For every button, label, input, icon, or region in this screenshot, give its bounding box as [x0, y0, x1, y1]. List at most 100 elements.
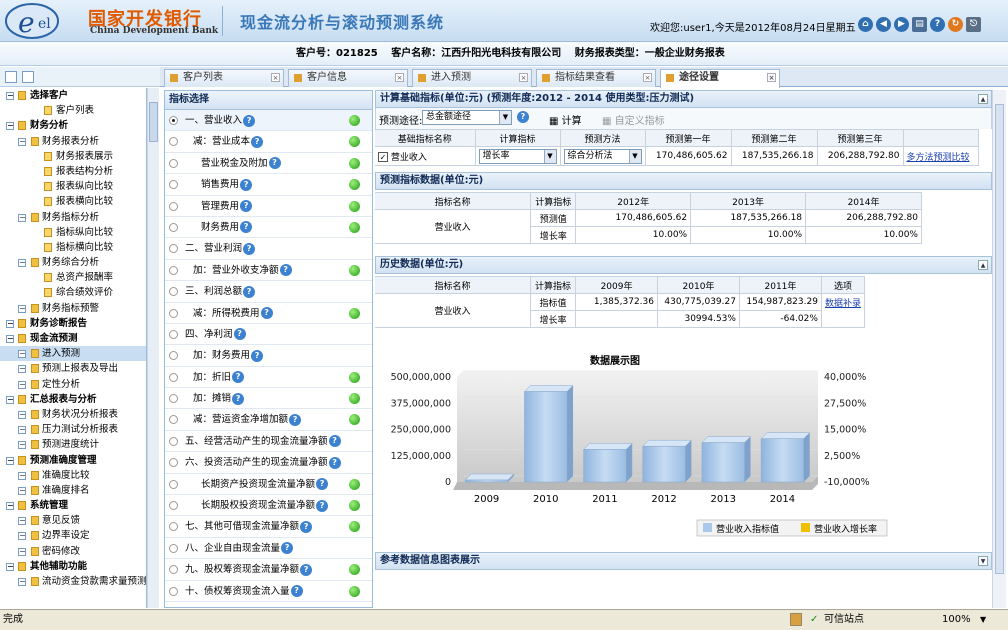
- indicator-item[interactable]: 长期股权投资现金流量净额?: [165, 495, 372, 517]
- expand-toggle-icon[interactable]: −: [6, 502, 14, 511]
- indicator-item[interactable]: 八、企业自由现金流量?: [165, 538, 372, 560]
- sidebar-item[interactable]: − 流动资金贷款需求量预测: [0, 574, 146, 589]
- indicator-item[interactable]: 六、投资活动产生的现金流量净额?: [165, 452, 372, 474]
- sidebar-item[interactable]: − 汇总报表与分析: [0, 392, 146, 407]
- indicator-radio[interactable]: [169, 244, 178, 254]
- indicator-item[interactable]: 销售费用?: [165, 174, 372, 196]
- close-icon[interactable]: ×: [643, 73, 652, 82]
- indicator-item[interactable]: 减：营运资金净增加额?: [165, 409, 372, 431]
- expand-toggle-icon[interactable]: −: [18, 350, 26, 359]
- indicator-item[interactable]: 财务费用?: [165, 217, 372, 239]
- expand-toggle-icon[interactable]: −: [18, 578, 26, 586]
- help-icon[interactable]: ?: [328, 456, 341, 469]
- close-icon[interactable]: ×: [271, 73, 280, 82]
- collapse-icon[interactable]: ▲: [978, 260, 988, 270]
- detail-scrollbar[interactable]: [992, 90, 1006, 608]
- indicator-radio[interactable]: [169, 522, 178, 532]
- sidebar-item[interactable]: − 现金流预测: [0, 331, 146, 346]
- indicator-item[interactable]: 四、净利润?: [165, 324, 372, 346]
- zoom-level[interactable]: 100%: [942, 610, 971, 630]
- custom-indicator-button[interactable]: ▦ 自定义指标: [602, 112, 665, 127]
- indicator-radio[interactable]: [169, 501, 178, 511]
- forward-icon[interactable]: ▶: [894, 17, 909, 32]
- method-select[interactable]: 综合分析法 ▼: [563, 148, 642, 164]
- expand-toggle-icon[interactable]: −: [18, 259, 26, 268]
- indicator-radio[interactable]: [169, 287, 178, 297]
- sidebar-item[interactable]: − 意见反馈: [0, 513, 146, 528]
- help-icon[interactable]: ?: [240, 178, 253, 191]
- indicator-radio[interactable]: [169, 137, 178, 147]
- indicator-item[interactable]: 五、经营活动产生的现金流量净额?: [165, 431, 372, 453]
- book-icon[interactable]: ▤: [912, 17, 927, 32]
- sidebar-item[interactable]: − 财务指标分析: [0, 210, 146, 225]
- calc-indicator-select[interactable]: 增长率 ▼: [478, 148, 557, 164]
- help-icon[interactable]: ?: [251, 349, 264, 362]
- sidebar-item[interactable]: − 财务诊断报告: [0, 316, 146, 331]
- tab[interactable]: 途径设置 ×: [660, 69, 780, 88]
- path-select[interactable]: 总金额途径 ▼: [422, 110, 512, 125]
- indicator-item[interactable]: 减：营业成本?: [165, 131, 372, 153]
- sidebar-item[interactable]: − 进入预测: [0, 346, 146, 362]
- help-icon[interactable]: ?: [300, 520, 313, 533]
- sidebar-item[interactable]: − 准确度排名: [0, 483, 146, 498]
- expand-toggle-icon[interactable]: −: [6, 122, 14, 131]
- expand-toggle-icon[interactable]: −: [18, 486, 26, 495]
- tab[interactable]: 客户列表 ×: [164, 69, 284, 87]
- indicator-item[interactable]: 营业税金及附加?: [165, 153, 372, 175]
- indicator-radio[interactable]: [169, 116, 178, 125]
- help-icon[interactable]: ?: [233, 328, 246, 341]
- indicator-item[interactable]: 长期资产投资现金流量净额?: [165, 474, 372, 496]
- sidebar-item[interactable]: − 压力测试分析报表: [0, 422, 146, 437]
- expand-toggle-icon[interactable]: −: [18, 517, 26, 526]
- indicator-item[interactable]: 加：摊销?: [165, 388, 372, 410]
- indicator-radio[interactable]: [169, 351, 178, 361]
- expand-toggle-icon[interactable]: −: [6, 456, 14, 465]
- home-icon[interactable]: ⌂: [858, 17, 873, 32]
- sidebar-item[interactable]: 报表纵向比较: [0, 179, 146, 194]
- back-icon[interactable]: ◀: [876, 17, 891, 32]
- indicator-item[interactable]: 九、股权筹资现金流量净额?: [165, 559, 372, 581]
- help-icon[interactable]: ?: [328, 435, 341, 448]
- indicator-item[interactable]: 加：财务费用?: [165, 345, 372, 367]
- indicator-radio[interactable]: [169, 222, 178, 232]
- expand-toggle-icon[interactable]: −: [18, 213, 26, 222]
- sidebar-item[interactable]: − 准确度比较: [0, 468, 146, 483]
- expand-toggle-icon[interactable]: −: [18, 137, 26, 146]
- expand-toggle-icon[interactable]: −: [18, 426, 26, 435]
- indicator-item[interactable]: 十、债权筹资现金流入量?: [165, 581, 372, 602]
- sidebar-item[interactable]: − 预测进度统计: [0, 437, 146, 452]
- indicator-radio[interactable]: [169, 565, 178, 575]
- help-icon[interactable]: ?: [289, 413, 302, 426]
- indicator-radio[interactable]: [169, 372, 178, 382]
- sidebar-item[interactable]: 指标横向比较: [0, 240, 146, 255]
- sidebar-item[interactable]: − 系统管理: [0, 498, 146, 513]
- help-icon[interactable]: ?: [260, 307, 273, 320]
- help-icon[interactable]: ?: [281, 542, 294, 555]
- expand-toggle-icon[interactable]: −: [6, 92, 14, 100]
- help-icon[interactable]: ?: [316, 478, 329, 491]
- expand-toggle-icon[interactable]: −: [6, 562, 14, 571]
- help-icon[interactable]: ?: [243, 114, 256, 127]
- indicator-item[interactable]: 三、利润总额?: [165, 281, 372, 303]
- calculate-button[interactable]: ▦ 计算: [549, 112, 582, 127]
- collapse-icon[interactable]: ▲: [978, 94, 988, 104]
- exit-icon[interactable]: ⎋: [966, 17, 981, 32]
- expand-toggle-icon[interactable]: −: [18, 304, 26, 313]
- detail-scroll-thumb[interactable]: [995, 104, 1004, 574]
- indicator-radio[interactable]: [169, 436, 178, 446]
- sidebar-item[interactable]: − 密码修改: [0, 544, 146, 559]
- expand-icon[interactable]: ▼: [978, 556, 988, 566]
- indicator-radio[interactable]: [169, 158, 178, 168]
- help-icon[interactable]: ?: [316, 499, 329, 512]
- help-icon[interactable]: ?: [240, 200, 253, 213]
- indicator-radio[interactable]: [169, 415, 178, 425]
- indicator-item[interactable]: 七、其他可借现金流量净额?: [165, 516, 372, 538]
- close-icon[interactable]: ×: [519, 73, 528, 82]
- chevron-down-icon[interactable]: ▼: [980, 610, 986, 630]
- refresh-icon[interactable]: ↻: [948, 17, 963, 32]
- help-icon[interactable]: ?: [251, 135, 264, 148]
- indicator-radio[interactable]: [169, 543, 178, 553]
- help-icon[interactable]: ?: [279, 264, 292, 277]
- multi-method-compare-link[interactable]: 多方法预测比较: [907, 153, 970, 163]
- tab[interactable]: 指标结果查看 ×: [536, 69, 656, 87]
